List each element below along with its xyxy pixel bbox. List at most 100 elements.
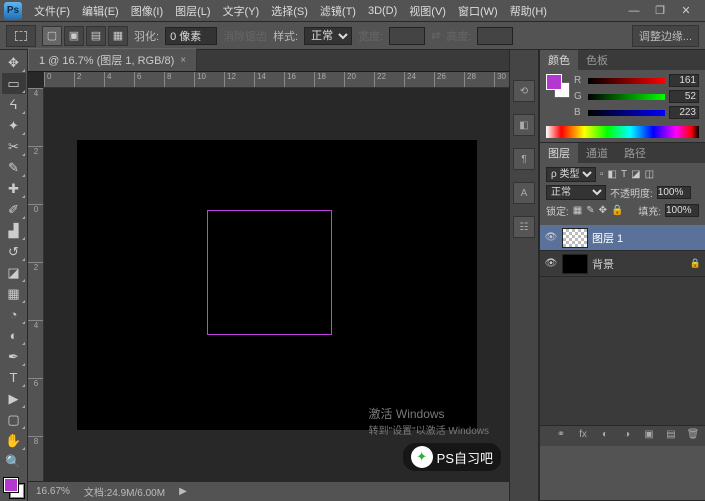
canvas-area[interactable]: 激活 Windows 转到"设置"以激活 Windows ✦ PS自习吧	[44, 88, 509, 481]
eraser-tool[interactable]: ◪	[2, 262, 26, 283]
visibility-icon[interactable]: 👁	[544, 258, 558, 269]
r-value[interactable]	[669, 74, 699, 87]
stamp-tool[interactable]: ▟	[2, 220, 26, 241]
layer-kind-select[interactable]: ρ 类型	[546, 167, 596, 182]
style-select[interactable]: 正常	[304, 27, 352, 45]
paragraph-panel-icon[interactable]: ¶	[513, 148, 535, 170]
b-label: B	[574, 107, 584, 118]
blur-tool[interactable]: ◔	[2, 304, 26, 325]
opacity-input[interactable]	[657, 186, 691, 199]
b-value[interactable]	[669, 106, 699, 119]
menu-image[interactable]: 图像(I)	[125, 1, 169, 21]
gradient-tool[interactable]: ▦	[2, 283, 26, 304]
status-zoom[interactable]: 16.67%	[36, 486, 70, 497]
options-bar: ▢ ▣ ▤ ▦ 羽化: 消除锯齿 样式: 正常 宽度: ⇄ 高度: 调整边缘..…	[0, 22, 705, 50]
feather-input[interactable]	[165, 27, 217, 45]
selmode-subtract[interactable]: ▤	[86, 26, 106, 46]
layer-row[interactable]: 👁 背景 🔒	[540, 251, 705, 277]
fill-input[interactable]	[665, 204, 699, 217]
extra-panel-icon[interactable]: ☷	[513, 216, 535, 238]
blend-mode-select[interactable]: 正常	[546, 185, 606, 200]
trash-icon[interactable]: 🗑	[685, 429, 701, 443]
link-layers-icon[interactable]: ⚭	[553, 429, 569, 443]
menu-edit[interactable]: 编辑(E)	[76, 1, 125, 21]
color-panel: 颜色 色板 R G	[540, 50, 705, 143]
move-tool[interactable]: ✥	[2, 52, 26, 73]
selection-rectangle	[207, 210, 332, 335]
rect-marquee-tool[interactable]: ▭	[2, 73, 26, 94]
path-select-tool[interactable]: ▶	[2, 388, 26, 409]
selmode-add[interactable]: ▣	[64, 26, 84, 46]
properties-panel-icon[interactable]: ◧	[513, 114, 535, 136]
menu-type[interactable]: 文字(Y)	[217, 1, 266, 21]
dodge-tool[interactable]: ◐	[2, 325, 26, 346]
tab-swatches[interactable]: 色板	[578, 50, 616, 70]
tab-paths[interactable]: 路径	[616, 143, 654, 163]
history-panel-icon[interactable]: ⟲	[513, 80, 535, 102]
window-restore-icon[interactable]: ❐	[651, 4, 669, 18]
b-slider[interactable]	[588, 108, 665, 118]
tool-preset-picker[interactable]	[6, 25, 36, 47]
layer-name-label[interactable]: 图层 1	[592, 230, 701, 246]
lock-all-icon[interactable]: 🔒	[611, 205, 623, 216]
menu-filter[interactable]: 滤镜(T)	[314, 1, 362, 21]
opacity-label: 不透明度:	[610, 185, 653, 200]
antialias-checkbox: 消除锯齿	[223, 28, 267, 44]
new-layer-icon[interactable]: ▤	[663, 429, 679, 443]
close-icon[interactable]: ×	[180, 55, 186, 66]
menu-view[interactable]: 视图(V)	[403, 1, 452, 21]
ruler-horizontal[interactable]: 024681012141618202224262830	[44, 72, 509, 88]
menu-select[interactable]: 选择(S)	[265, 1, 314, 21]
tab-layers[interactable]: 图层	[540, 143, 578, 163]
pen-tool[interactable]: ✒	[2, 346, 26, 367]
wand-tool[interactable]: ✦	[2, 115, 26, 136]
menu-help[interactable]: 帮助(H)	[504, 1, 553, 21]
adjustment-icon[interactable]: ◑	[619, 429, 635, 443]
lasso-tool[interactable]: ᔦ	[2, 94, 26, 115]
menu-file[interactable]: 文件(F)	[28, 1, 76, 21]
character-panel-icon[interactable]: A	[513, 182, 535, 204]
group-icon[interactable]: ▣	[641, 429, 657, 443]
layer-name-label[interactable]: 背景	[592, 256, 686, 272]
lock-pos-icon[interactable]: ✥	[599, 205, 607, 216]
tab-channels[interactable]: 通道	[578, 143, 616, 163]
brush-tool[interactable]: ✐	[2, 199, 26, 220]
window-minimize-icon[interactable]: —	[625, 4, 643, 18]
color-spectrum[interactable]	[546, 126, 699, 138]
crop-tool[interactable]: ✂	[2, 136, 26, 157]
refine-edge-button[interactable]: 调整边缘...	[632, 25, 699, 47]
layer-thumb[interactable]	[562, 228, 588, 248]
layer-row[interactable]: 👁 图层 1	[540, 225, 705, 251]
r-slider[interactable]	[588, 76, 665, 86]
style-label: 样式:	[273, 28, 298, 44]
tab-color[interactable]: 颜色	[540, 50, 578, 70]
window-close-icon[interactable]: ✕	[677, 4, 695, 18]
panel-color-swatch[interactable]	[546, 74, 570, 98]
layer-thumb[interactable]	[562, 254, 588, 274]
menu-window[interactable]: 窗口(W)	[452, 1, 504, 21]
eyedropper-tool[interactable]: ✎	[2, 157, 26, 178]
mask-icon[interactable]: ◐	[597, 429, 613, 443]
hand-tool[interactable]: ✋	[2, 430, 26, 451]
fx-icon[interactable]: fx	[575, 429, 591, 443]
document-tab[interactable]: 1 @ 16.7% (图层 1, RGB/8) ×	[28, 48, 197, 71]
history-brush-tool[interactable]: ↺	[2, 241, 26, 262]
ruler-vertical[interactable]: 4202468	[28, 88, 44, 481]
selmode-intersect[interactable]: ▦	[108, 26, 128, 46]
visibility-icon[interactable]: 👁	[544, 232, 558, 243]
color-swatches[interactable]	[2, 476, 26, 500]
selmode-new[interactable]: ▢	[42, 26, 62, 46]
menu-layer[interactable]: 图层(L)	[169, 1, 216, 21]
type-tool[interactable]: T	[2, 367, 26, 388]
canvas[interactable]	[77, 140, 477, 430]
status-docinfo[interactable]: 文档:24.9M/6.00M	[84, 484, 165, 499]
g-value[interactable]	[669, 90, 699, 103]
lock-paint-icon[interactable]: ✎	[586, 205, 594, 216]
g-slider[interactable]	[588, 92, 665, 102]
foreground-swatch[interactable]	[4, 478, 18, 492]
lock-trans-icon[interactable]: ▦	[573, 205, 582, 216]
zoom-tool[interactable]: 🔍	[2, 451, 26, 472]
shape-tool[interactable]: ▢	[2, 409, 26, 430]
heal-tool[interactable]: ✚	[2, 178, 26, 199]
menu-3d[interactable]: 3D(D)	[362, 3, 403, 19]
